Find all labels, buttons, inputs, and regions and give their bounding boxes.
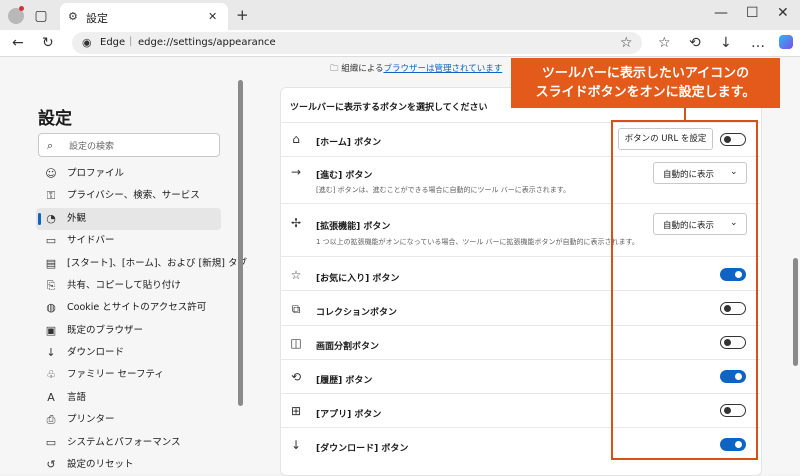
callout-line-2: スライドボタンをオンに設定します。 — [535, 85, 756, 100]
printer-icon: ⎙ — [46, 413, 56, 426]
notification-dot — [19, 6, 24, 11]
lock-icon: ⚿ — [46, 189, 56, 202]
address-bar[interactable]: ◉ Edge | edge://settings/appearance ☆ — [72, 32, 642, 54]
sidebar-item-default-browser[interactable]: ▣ 既定のブラウザー — [36, 320, 221, 342]
home-button-label: [ホーム] ボタン — [316, 138, 382, 148]
sidebar-item-system[interactable]: ▭ システムとパフォーマンス — [36, 432, 221, 454]
sidebar-item-reset[interactable]: ↺ 設定のリセット — [36, 454, 221, 476]
language-icon: A — [47, 391, 55, 404]
card-heading: ツールバーに表示するボタンを選択してください — [290, 103, 488, 113]
favorites-icon[interactable]: ☆ — [658, 36, 671, 50]
share-icon: ⎘ — [46, 279, 56, 292]
sidebar-icon: ▭ — [45, 234, 57, 247]
sidebar-item-sidebar[interactable]: ▭ サイドバー — [36, 230, 221, 252]
navigation-bar: ← ↻ ◉ Edge | edge://settings/appearance … — [0, 30, 800, 56]
sidebar-item-start-home[interactable]: ▤ [スタート]、[ホーム]、および [新規] タブ — [36, 253, 247, 275]
browser-icon: ▣ — [45, 324, 57, 337]
puzzle-icon: ✢ — [290, 216, 302, 230]
sidebar-item-language[interactable]: A 言語 — [36, 387, 221, 409]
annotation-callout: ツールバーに表示したいアイコンの スライドボタンをオンに設定します。 — [511, 58, 780, 108]
collections-icon: ⧉ — [291, 302, 301, 316]
address-url: edge://settings/appearance — [138, 37, 276, 48]
download-icon: ↓ — [290, 438, 302, 452]
sidebar-scrollbar[interactable] — [238, 80, 243, 406]
download-icon: ↓ — [46, 346, 56, 359]
download-button-label: [ダウンロード] ボタン — [316, 444, 409, 454]
settings-search[interactable]: ⌕ 設定の検索 — [38, 133, 220, 157]
more-icon[interactable]: … — [751, 36, 765, 50]
highlight-box — [611, 120, 758, 460]
maximize-icon[interactable]: ☐ — [746, 6, 759, 20]
history-icon[interactable]: ⟲ — [689, 36, 701, 50]
tab-actions-icon[interactable]: ▢ — [34, 9, 48, 23]
refresh-icon[interactable]: ↻ — [42, 36, 54, 50]
main-scrollbar[interactable] — [793, 258, 798, 366]
active-indicator — [38, 213, 41, 225]
address-divider: | — [129, 36, 133, 47]
briefcase-icon: 🗀 — [330, 64, 342, 74]
sidebar-item-profile[interactable]: ☺ プロファイル — [36, 163, 221, 185]
sidebar-item-family[interactable]: ♧ ファミリー セーフティ — [36, 364, 221, 386]
back-icon[interactable]: ← — [12, 36, 24, 50]
address-brand: Edge — [100, 37, 126, 48]
split-screen-icon: ◫ — [290, 336, 302, 350]
gear-icon: ⚙ — [68, 10, 78, 23]
close-tab-icon[interactable]: ✕ — [208, 10, 217, 24]
system-icon: ▭ — [45, 436, 57, 449]
forward-icon: → — [290, 165, 302, 179]
active-tab[interactable]: ⚙ 設定 ✕ — [60, 3, 228, 30]
managed-prefix: 組織による — [341, 64, 384, 74]
download-icon[interactable]: ↓ — [720, 36, 732, 50]
favorites-icon: ☆ — [290, 268, 302, 282]
favorites-button-label: [お気に入り] ボタン — [316, 274, 400, 284]
tab-title: 設定 — [86, 12, 108, 25]
forward-button-desc: [進む] ボタンは、進むことができる場合に自動的にツール バーに表示されます。 — [316, 186, 571, 194]
edge-icon: ◉ — [82, 36, 92, 49]
new-tab-icon[interactable]: + — [236, 8, 249, 23]
home-tab-icon: ▤ — [45, 257, 57, 270]
sidebar-item-privacy[interactable]: ⚿ プライバシー、検索、サービス — [36, 185, 221, 207]
favorite-star-icon[interactable]: ☆ — [620, 36, 633, 50]
sidebar-item-cookies[interactable]: ◍ Cookie とサイトのアクセス許可 — [36, 297, 221, 319]
split-screen-button-label: 画面分割ボタン — [316, 342, 380, 352]
reset-icon: ↺ — [46, 458, 56, 471]
managed-banner: 🗀 組織によるブラウザーは管理されています — [330, 62, 502, 77]
close-window-icon[interactable]: ✕ — [777, 6, 789, 20]
home-icon: ⌂ — [292, 132, 300, 146]
sidebar-item-appearance[interactable]: ◔ 外観 — [36, 208, 221, 230]
extensions-button-desc: 1 つ以上の拡張機能がオンになっている場合、ツール バーに拡張機能ボタンが自動的… — [316, 238, 639, 246]
sidebar-title: 設定 — [38, 109, 72, 129]
callout-leader — [684, 108, 686, 120]
cookie-icon: ◍ — [46, 301, 56, 314]
palette-icon: ◔ — [46, 212, 56, 225]
search-icon: ⌕ — [47, 139, 54, 152]
search-placeholder: 設定の検索 — [69, 142, 115, 152]
callout-line-1: ツールバーに表示したいアイコンの — [541, 66, 750, 81]
copilot-icon[interactable] — [779, 35, 793, 49]
apps-icon: ⊞ — [290, 404, 302, 418]
family-icon: ♧ — [46, 368, 56, 381]
collections-button-label: コレクションボタン — [316, 308, 398, 318]
person-icon: ☺ — [45, 167, 57, 180]
sidebar-item-printer[interactable]: ⎙ プリンター — [36, 409, 221, 431]
sidebar-item-share[interactable]: ⎘ 共有、コピーして貼り付け — [36, 275, 221, 297]
apps-button-label: [アプリ] ボタン — [316, 410, 382, 420]
extensions-button-label: [拡張機能] ボタン — [316, 222, 391, 232]
minimize-icon[interactable]: — — [714, 6, 728, 20]
managed-link[interactable]: ブラウザーは管理されています — [383, 64, 502, 74]
history-icon: ⟲ — [290, 370, 302, 384]
history-button-label: [履歴] ボタン — [316, 376, 373, 386]
sidebar-item-downloads[interactable]: ↓ ダウンロード — [36, 342, 221, 364]
forward-button-label: [進む] ボタン — [316, 171, 373, 181]
